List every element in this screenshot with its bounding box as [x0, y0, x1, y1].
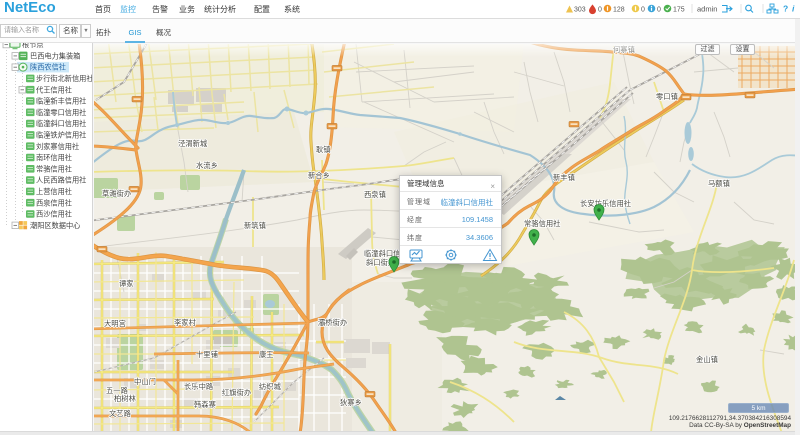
svg-text:上营信用社: 上营信用社 — [36, 187, 72, 196]
svg-text:常骆信用社: 常骆信用社 — [524, 219, 560, 228]
svg-text:刘家寨信用社: 刘家寨信用社 — [36, 142, 79, 151]
svg-text:中山门: 中山门 — [134, 377, 156, 386]
svg-text:康王: 康王 — [259, 350, 274, 359]
svg-text:大明宫: 大明宫 — [104, 319, 126, 328]
svg-text:零口镇: 零口镇 — [656, 92, 678, 101]
svg-text:水流乡: 水流乡 — [196, 161, 218, 170]
svg-text:巴西电力集装箱: 巴西电力集装箱 — [30, 51, 80, 60]
svg-text:0: 0 — [598, 7, 602, 14]
svg-text:红旗街办: 红旗街办 — [222, 388, 251, 397]
svg-text:西泉信用社: 西泉信用社 — [36, 198, 72, 207]
svg-text:南环信用社: 南环信用社 — [36, 153, 72, 162]
svg-text:admin: admin — [697, 5, 717, 14]
svg-text:长安坊乐信用社: 长安坊乐信用社 — [580, 199, 631, 208]
svg-text:马额镇: 马额镇 — [708, 179, 730, 188]
svg-text:灞桥街办: 灞桥街办 — [318, 318, 347, 327]
svg-text:西泉镇: 西泉镇 — [364, 190, 386, 199]
svg-text:李家村: 李家村 — [174, 318, 197, 327]
svg-text:新合乡: 新合乡 — [308, 171, 330, 180]
svg-text:耿镇: 耿镇 — [316, 145, 331, 154]
svg-text:0: 0 — [641, 7, 645, 14]
svg-text:新筑镇: 新筑镇 — [244, 221, 266, 230]
svg-text:谭家: 谭家 — [119, 279, 134, 288]
svg-text:临潼斜口信.: 临潼斜口信. — [364, 249, 403, 258]
svg-text:i: i — [792, 4, 795, 14]
svg-text:常骆信用社: 常骆信用社 — [36, 164, 72, 173]
svg-text:新丰镇: 新丰镇 — [553, 173, 575, 182]
svg-text:0: 0 — [657, 7, 661, 14]
svg-text:代王信用社: 代王信用社 — [36, 85, 72, 94]
svg-text:303: 303 — [574, 7, 586, 14]
svg-text:人民西路信用社: 人民西路信用社 — [36, 176, 86, 185]
svg-text:草滩街办: 草滩街办 — [102, 189, 131, 198]
svg-text:128: 128 — [613, 7, 625, 14]
svg-text:韩森寨: 韩森寨 — [194, 400, 216, 409]
svg-text:临潼新丰信用社: 临潼新丰信用社 — [36, 97, 86, 106]
svg-text:潮阳区数据中心: 潮阳区数据中心 — [30, 221, 80, 230]
svg-text:临潼铁炉信用社: 临潼铁炉信用社 — [36, 131, 86, 140]
svg-text:长乐中路: 长乐中路 — [184, 382, 214, 391]
svg-text:陕西农信社: 陕西农信社 — [30, 63, 66, 72]
svg-text:步行街北新信用社: 步行街北新信用社 — [36, 74, 93, 83]
svg-text:西沙信用社: 西沙信用社 — [36, 210, 72, 219]
svg-text:临潼斜口信用社: 临潼斜口信用社 — [36, 119, 86, 128]
svg-text:柏树林: 柏树林 — [114, 394, 137, 403]
svg-text:文艺路: 文艺路 — [109, 409, 132, 418]
svg-text:泾渭新城: 泾渭新城 — [178, 139, 208, 148]
svg-text:狄寨乡: 狄寨乡 — [340, 398, 362, 407]
svg-text:十里铺: 十里铺 — [196, 350, 218, 359]
svg-text:?: ? — [783, 4, 788, 14]
svg-text:175: 175 — [673, 7, 685, 14]
svg-text:金山镇: 金山镇 — [696, 355, 718, 364]
svg-text:纺织城: 纺织城 — [259, 382, 282, 391]
svg-text:临潼零口信用社: 临潼零口信用社 — [36, 108, 86, 117]
